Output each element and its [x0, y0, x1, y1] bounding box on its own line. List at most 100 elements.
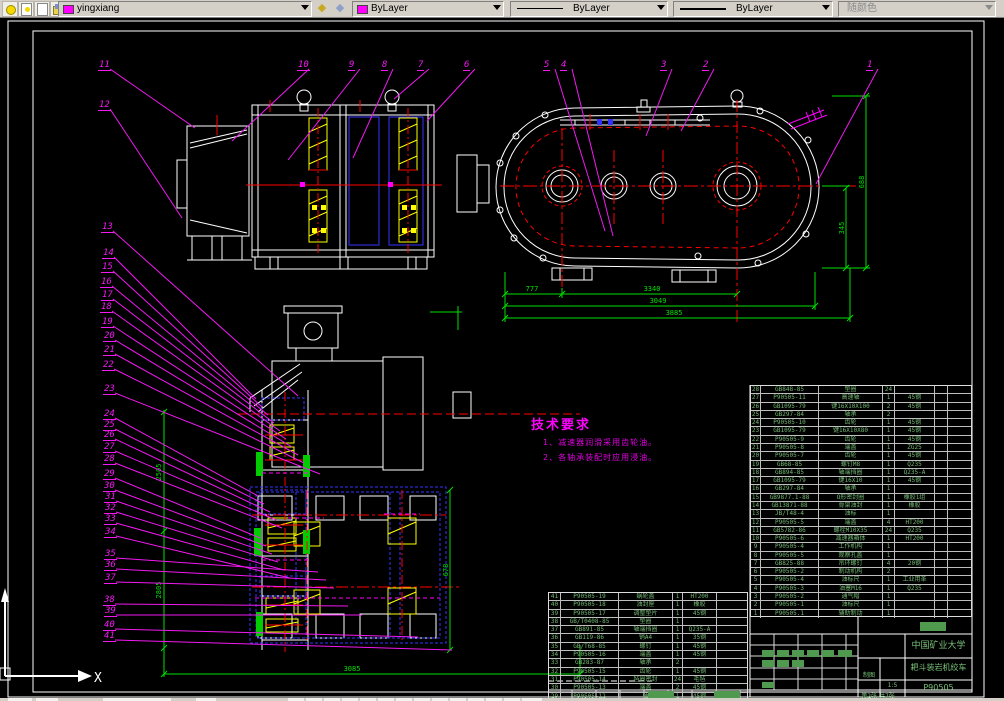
part-cell: GB283-87 [561, 659, 619, 667]
part-cell [935, 501, 948, 510]
part-cell: 油塞M16 [819, 584, 883, 593]
callout-2: 2 [702, 60, 710, 71]
leader-line [680, 68, 715, 132]
part-cell [935, 601, 948, 609]
part-cell [895, 609, 935, 618]
callout-41: 41 [103, 631, 116, 642]
chevron-down-icon[interactable] [493, 5, 501, 10]
linetype-combo[interactable]: ByLayer [510, 1, 668, 17]
part-row: 31 P90505-14 毡圈密封 24 毛毡 [549, 675, 747, 685]
callout-33: 33 [104, 514, 117, 525]
part-cell: 6 [751, 568, 761, 576]
part-cell: P90505-14 [561, 675, 619, 684]
part-cell: 吊环螺钉 [819, 559, 883, 568]
part-cell: GB891-85 [561, 626, 619, 634]
callout-34: 34 [104, 527, 117, 538]
part-row: 27 P90505-11 高速轴 1 45钢 [751, 394, 971, 403]
part-cell: Q235-A [895, 468, 935, 477]
chevron-down-icon[interactable] [301, 5, 309, 10]
part-row: 7 GB825-88 吊环螺钉 4 20钢 [751, 559, 971, 569]
part-cell: P90505-6 [761, 535, 819, 543]
layer-combo[interactable]: yingxiang [58, 1, 312, 17]
part-cell: 1 [883, 543, 895, 551]
part-row: 10 P90505-6 减速器箱体 1 HT200 [751, 535, 971, 544]
part-cell: 2 [673, 659, 683, 667]
leader-line [115, 535, 291, 579]
make-object-layer-current-icon[interactable]: ◆ [314, 0, 330, 16]
leader-line [571, 68, 614, 237]
part-cell [935, 435, 948, 443]
part-cell [935, 593, 948, 601]
leader-line [114, 392, 321, 475]
part-row: 9 P90505-4 工作机构 1 [751, 543, 971, 552]
chevron-down-icon[interactable] [822, 5, 830, 10]
leader-line [109, 68, 196, 129]
color-combo[interactable]: ByLayer [352, 1, 504, 17]
part-cell: P90505-7 [761, 452, 819, 460]
part-cell [948, 519, 971, 526]
part-cell [935, 452, 948, 460]
part-cell: 1 [673, 593, 683, 601]
part-row: 38 GB/T0408-85 垫圈 1 [549, 617, 747, 627]
part-cell: 27 [751, 394, 761, 402]
part-cell: 销A4 [619, 634, 673, 642]
part-row: 39 P90505-17 调整垫片 1 45钢 [549, 609, 747, 618]
part-cell: 45钢 [683, 667, 717, 675]
chevron-down-icon[interactable] [657, 5, 665, 10]
part-cell: 橡胶 [683, 601, 717, 609]
leader-line [109, 108, 183, 219]
part-cell: 4 [751, 584, 761, 593]
part-cell: 37 [549, 626, 561, 634]
part-cell: 毛毡 [683, 675, 717, 684]
dim-text: 777 [526, 285, 539, 293]
part-cell: 齿轮 [819, 435, 883, 443]
part-cell: 23 [751, 427, 761, 435]
part-cell: 30 [549, 684, 561, 692]
part-cell: 7 [751, 559, 761, 568]
part-cell: 45钢 [683, 642, 717, 651]
leader-line [112, 270, 263, 408]
callout-18: 18 [100, 302, 113, 313]
part-cell: ZG25 [895, 443, 935, 452]
part-cell [948, 427, 971, 434]
callout-16: 16 [100, 277, 113, 288]
callout-12: 12 [98, 100, 111, 111]
part-cell: GB/T0408-85 [561, 617, 619, 626]
part-cell: 16 [751, 485, 761, 493]
part-cell: 32 [549, 667, 561, 675]
leader-line [426, 68, 476, 122]
part-cell: 1 [883, 535, 895, 543]
part-row: 17 GB1095-79 键16X10 1 45钢 [751, 477, 971, 486]
part-cell [948, 502, 971, 509]
part-cell: 橡胶 [895, 501, 935, 510]
callout-6: 6 [463, 60, 471, 71]
callout-36: 36 [104, 560, 117, 571]
dimension-lines-top-view [501, 92, 870, 322]
part-cell [717, 676, 747, 683]
chevron-down-icon [985, 5, 993, 10]
part-row: 8 P90505-5 观察孔盖 1 [751, 551, 971, 560]
part-cell [717, 593, 747, 600]
layer-freeze-icon[interactable] [18, 1, 34, 17]
leader-line [112, 298, 275, 424]
part-cell: 38 [549, 617, 561, 626]
lineweight-combo[interactable]: ByLayer [673, 1, 833, 17]
callout-19: 19 [101, 317, 114, 328]
part-cell: 1 [883, 460, 895, 468]
part-cell: 齿轮 [819, 452, 883, 460]
part-cell: 41 [549, 593, 561, 601]
layer-on-off-icon[interactable] [2, 1, 18, 17]
tech-req-item: 2、各轴承装配时应用浸油。 [543, 453, 658, 462]
part-row: 40 P90505-18 油封座 1 橡胶 [549, 601, 747, 610]
part-cell: 1 [883, 584, 895, 593]
part-cell [948, 610, 971, 618]
part-cell [935, 419, 948, 427]
part-cell: 观察孔盖 [819, 551, 883, 559]
part-cell [948, 560, 971, 567]
part-cell: HT200 [683, 593, 717, 601]
part-cell: 14 [751, 501, 761, 510]
layer-previous-icon[interactable]: ◆ [332, 0, 348, 16]
part-cell: HT200 [895, 535, 935, 543]
part-cell: 45钢 [895, 419, 935, 427]
layer-lock-icon[interactable] [34, 1, 50, 17]
